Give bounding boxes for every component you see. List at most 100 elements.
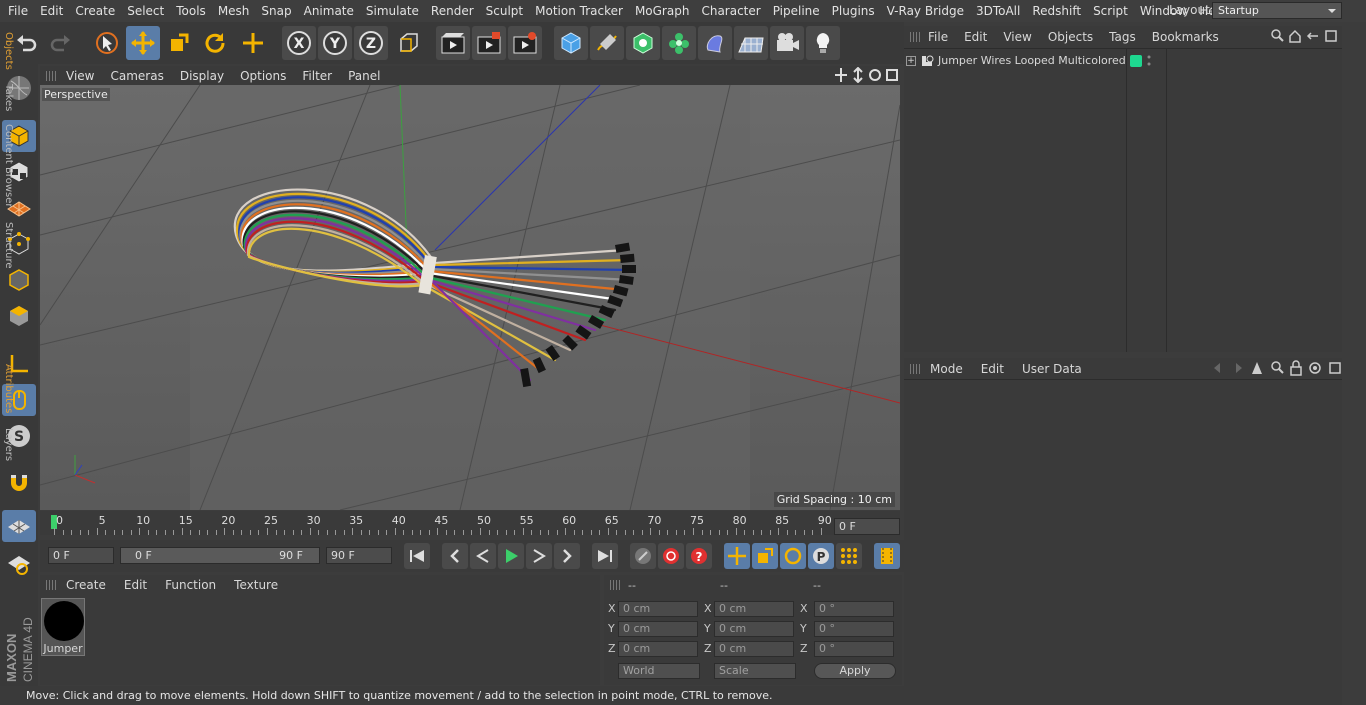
menu-item-character[interactable]: Character bbox=[695, 4, 766, 18]
expand-icon[interactable]: + bbox=[906, 55, 916, 66]
play-forward-icon[interactable] bbox=[498, 543, 524, 569]
key-position-icon[interactable] bbox=[724, 543, 750, 569]
pos-field-y[interactable]: 0 cm bbox=[618, 621, 698, 637]
search-icon[interactable] bbox=[1270, 28, 1284, 44]
viewport-menu-cameras[interactable]: Cameras bbox=[110, 69, 163, 83]
back-icon[interactable] bbox=[1306, 28, 1320, 44]
current-frame-field[interactable]: 0 F bbox=[834, 518, 900, 535]
tab-structure[interactable]: Structure bbox=[3, 222, 14, 269]
menu-item-tools[interactable]: Tools bbox=[170, 4, 212, 18]
menu-item-mograph[interactable]: MoGraph bbox=[629, 4, 696, 18]
viewport-menu-options[interactable]: Options bbox=[240, 69, 286, 83]
tab-content-browser[interactable]: Content Browser bbox=[3, 124, 14, 207]
scale-tool-icon[interactable] bbox=[162, 26, 196, 60]
layer-color-tag[interactable] bbox=[1130, 55, 1142, 67]
viewport-menu-display[interactable]: Display bbox=[180, 69, 224, 83]
polygons-mode-icon[interactable] bbox=[2, 300, 36, 332]
pan-icon[interactable] bbox=[834, 67, 848, 83]
cloner-icon[interactable] bbox=[662, 26, 696, 60]
visibility-dots-icon[interactable] bbox=[1147, 54, 1151, 68]
material-menu-texture[interactable]: Texture bbox=[234, 578, 278, 592]
lock-icon[interactable] bbox=[1290, 360, 1302, 376]
navigate-arrows-icon[interactable] bbox=[1212, 360, 1244, 376]
deformer-icon[interactable] bbox=[698, 26, 732, 60]
3d-viewport[interactable]: Perspective Grid Spacing : 10 cm bbox=[40, 85, 900, 510]
menu-item-3dtoall[interactable]: 3DToAll bbox=[970, 4, 1026, 18]
new-window-icon[interactable] bbox=[1328, 360, 1342, 376]
live-select-icon[interactable] bbox=[90, 26, 124, 60]
object-menu-file[interactable]: File bbox=[928, 30, 948, 44]
menu-item-redshift[interactable]: Redshift bbox=[1026, 4, 1087, 18]
coordinate-mode-select[interactable]: World bbox=[618, 663, 700, 679]
zoom-icon[interactable] bbox=[851, 67, 865, 83]
render-settings-icon[interactable] bbox=[508, 26, 542, 60]
object-row[interactable]: + Jumper Wires Looped Multicolored bbox=[906, 52, 1126, 69]
target-icon[interactable] bbox=[1308, 360, 1322, 376]
next-frame-icon[interactable] bbox=[526, 543, 552, 569]
redo-button[interactable] bbox=[44, 26, 78, 60]
menu-item-create[interactable]: Create bbox=[69, 4, 121, 18]
y-axis-lock-button[interactable]: Y bbox=[318, 26, 352, 60]
camera-icon[interactable] bbox=[770, 26, 804, 60]
render-view-icon[interactable] bbox=[436, 26, 470, 60]
pos-field-x[interactable]: 0 cm bbox=[618, 601, 698, 617]
undo-button[interactable] bbox=[9, 26, 43, 60]
menu-item-file[interactable]: File bbox=[2, 4, 34, 18]
tab-layers[interactable]: Layers bbox=[3, 428, 14, 461]
menu-item-mesh[interactable]: Mesh bbox=[212, 4, 256, 18]
key-parameter-icon[interactable]: P bbox=[808, 543, 834, 569]
attribute-menu-user-data[interactable]: User Data bbox=[1022, 362, 1082, 376]
viewport-menu-panel[interactable]: Panel bbox=[348, 69, 380, 83]
viewport-menu-view[interactable]: View bbox=[66, 69, 94, 83]
previous-frame-icon[interactable] bbox=[470, 543, 496, 569]
new-window-icon[interactable] bbox=[1324, 28, 1338, 44]
key-pla-icon[interactable] bbox=[836, 543, 862, 569]
edges-mode-icon[interactable] bbox=[2, 264, 36, 296]
viewport-camera-label[interactable]: Perspective bbox=[42, 88, 110, 101]
up-arrow-icon[interactable] bbox=[1250, 360, 1264, 376]
size-mode-select[interactable]: Scale bbox=[714, 663, 796, 679]
go-to-start-icon[interactable] bbox=[404, 543, 430, 569]
orbit-icon[interactable] bbox=[868, 67, 882, 83]
range-slider[interactable]: 0 F 90 F bbox=[120, 547, 320, 564]
floor-scene-icon[interactable] bbox=[734, 26, 768, 60]
home-icon[interactable] bbox=[1288, 28, 1302, 44]
recent-tools-icon[interactable] bbox=[236, 26, 270, 60]
menu-item-simulate[interactable]: Simulate bbox=[360, 4, 425, 18]
size-field-x[interactable]: 0 cm bbox=[714, 601, 794, 617]
object-name[interactable]: Jumper Wires Looped Multicolored bbox=[938, 54, 1126, 67]
go-to-end-icon[interactable] bbox=[592, 543, 618, 569]
object-menu-edit[interactable]: Edit bbox=[964, 30, 987, 44]
viewport-menu-filter[interactable]: Filter bbox=[302, 69, 332, 83]
material-menu-create[interactable]: Create bbox=[66, 578, 106, 592]
menu-item-render[interactable]: Render bbox=[425, 4, 480, 18]
object-menu-view[interactable]: View bbox=[1003, 30, 1031, 44]
move-tool-icon[interactable] bbox=[126, 26, 160, 60]
material-menu-function[interactable]: Function bbox=[165, 578, 216, 592]
coordinate-system-icon[interactable] bbox=[392, 26, 426, 60]
object-menu-objects[interactable]: Objects bbox=[1048, 30, 1093, 44]
attribute-menu-mode[interactable]: Mode bbox=[930, 362, 963, 376]
cube-primitive-icon[interactable] bbox=[554, 26, 588, 60]
timeline[interactable]: 0 5 10 15 20 25 30 35 40 45 50 55 60 65 70 75 80 85 90 bbox=[40, 511, 900, 535]
object-menu-tags[interactable]: Tags bbox=[1109, 30, 1136, 44]
menu-item-v-ray-bridge[interactable]: V-Ray Bridge bbox=[881, 4, 970, 18]
apply-button[interactable]: Apply bbox=[814, 663, 896, 679]
rot-field-x[interactable]: 0 ° bbox=[814, 601, 894, 617]
menu-item-select[interactable]: Select bbox=[121, 4, 170, 18]
menu-item-script[interactable]: Script bbox=[1087, 4, 1134, 18]
search-icon[interactable] bbox=[1270, 360, 1284, 376]
rot-field-z[interactable]: 0 ° bbox=[814, 641, 894, 657]
size-field-z[interactable]: 0 cm bbox=[714, 641, 794, 657]
menu-item-motion-tracker[interactable]: Motion Tracker bbox=[529, 4, 629, 18]
planar-workplane-icon[interactable] bbox=[2, 548, 36, 580]
material-swatch-jumper[interactable]: Jumper bbox=[41, 598, 85, 656]
next-key-icon[interactable] bbox=[554, 543, 580, 569]
menu-item-snap[interactable]: Snap bbox=[255, 4, 297, 18]
workplane-lock-icon[interactable] bbox=[2, 510, 36, 542]
timeline-window-icon[interactable] bbox=[874, 543, 900, 569]
size-field-y[interactable]: 0 cm bbox=[714, 621, 794, 637]
spline-pen-icon[interactable] bbox=[590, 26, 624, 60]
menu-item-animate[interactable]: Animate bbox=[298, 4, 360, 18]
menu-item-sculpt[interactable]: Sculpt bbox=[480, 4, 529, 18]
